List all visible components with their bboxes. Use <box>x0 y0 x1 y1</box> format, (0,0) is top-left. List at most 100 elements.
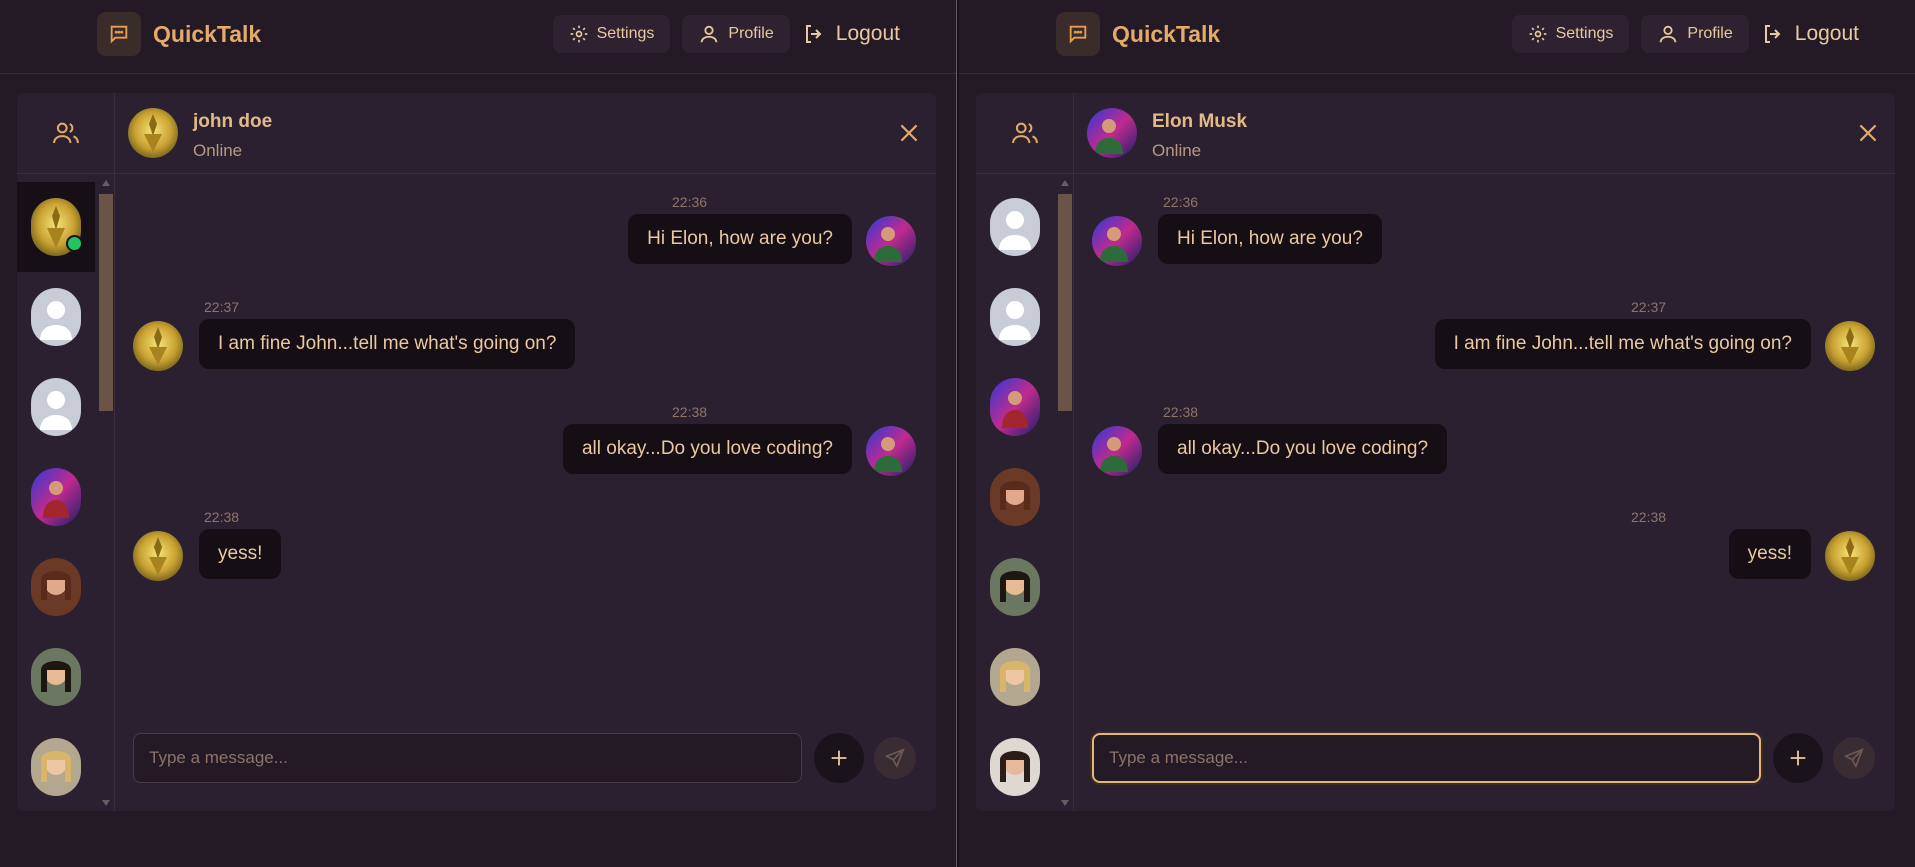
contact-item[interactable] <box>17 722 95 811</box>
avatar <box>133 531 183 581</box>
message-input[interactable] <box>1092 733 1761 783</box>
add-attachment-button[interactable] <box>1773 733 1823 783</box>
chat-bubble-icon <box>1056 12 1100 56</box>
profile-button[interactable]: Profile <box>682 15 790 53</box>
navbar: QuickTalk Settings Profile Logout <box>0 0 956 74</box>
contacts-header[interactable] <box>976 93 1074 174</box>
avatar <box>31 378 81 436</box>
avatar <box>866 216 916 266</box>
user-icon <box>1660 25 1677 43</box>
avatar <box>133 321 183 371</box>
scroll-thumb[interactable] <box>99 194 113 411</box>
scroll-down-arrow[interactable] <box>1061 800 1069 806</box>
avatar <box>31 738 81 796</box>
plus-icon <box>1790 750 1806 766</box>
message-time: 22:38 <box>1163 404 1199 420</box>
profile-label: Profile <box>728 25 774 42</box>
avatar <box>31 648 81 706</box>
contact-elon-musk[interactable] <box>17 452 95 542</box>
scroll-up-arrow[interactable] <box>102 180 110 186</box>
message-received: 22:38 yess! <box>115 509 936 589</box>
contact-item[interactable] <box>976 272 1054 362</box>
chat-partner-avatar <box>128 108 178 158</box>
contact-item[interactable] <box>976 452 1054 542</box>
user-icon <box>701 25 718 43</box>
settings-label: Settings <box>596 25 655 42</box>
contact-item[interactable] <box>976 542 1054 632</box>
send-button[interactable] <box>1833 737 1875 779</box>
profile-button[interactable]: Profile <box>1641 15 1749 53</box>
send-icon <box>1843 748 1864 769</box>
contact-item[interactable] <box>17 542 95 632</box>
message-bubble: all okay...Do you love coding? <box>1158 424 1448 474</box>
chat-partner-status: Online <box>1152 141 1202 160</box>
contacts-header[interactable] <box>17 93 115 174</box>
chat-partner-name: Elon Musk <box>1152 111 1248 132</box>
scrollbar[interactable] <box>97 178 114 808</box>
chat-container: john doe Online 22:36 Hi Elon, how are y… <box>17 93 936 811</box>
scroll-up-arrow[interactable] <box>1061 180 1069 186</box>
close-chat-button[interactable] <box>1855 120 1881 146</box>
logout-label: Logout <box>835 22 900 45</box>
chat-header: Elon Musk Online <box>1074 93 1895 174</box>
message-received: 22:37 I am fine John...tell me what's go… <box>115 299 936 379</box>
avatar <box>866 426 916 476</box>
message-time: 22:37 <box>204 299 240 315</box>
contact-item[interactable] <box>976 632 1054 722</box>
settings-button[interactable]: Settings <box>552 15 671 53</box>
avatar <box>990 288 1040 346</box>
contact-item[interactable] <box>17 632 95 722</box>
avatar <box>31 288 81 346</box>
message-list: 22:36 Hi Elon, how are you? 22:37 I am f… <box>115 175 936 715</box>
close-chat-button[interactable] <box>896 120 922 146</box>
add-attachment-button[interactable] <box>814 733 864 783</box>
message-received: 22:36 Hi Elon, how are you? <box>1074 194 1895 274</box>
contact-item[interactable] <box>17 272 95 362</box>
avatar <box>1825 531 1875 581</box>
contact-john-doe[interactable] <box>17 182 95 272</box>
send-button[interactable] <box>874 737 916 779</box>
contact-item[interactable] <box>976 182 1054 272</box>
logout-label: Logout <box>1794 22 1859 45</box>
chat-window-right: QuickTalk Settings Profile Logout Elon M… <box>959 0 1915 867</box>
message-bubble: Hi Elon, how are you? <box>1158 214 1382 264</box>
avatar <box>1092 426 1142 476</box>
brand[interactable]: QuickTalk <box>97 12 261 56</box>
logout-icon <box>1764 25 1781 43</box>
message-sent: 22:38 all okay...Do you love coding? <box>115 404 936 484</box>
message-bubble: all okay...Do you love coding? <box>562 424 852 474</box>
avatar <box>990 468 1040 526</box>
scrollbar[interactable] <box>1056 178 1073 808</box>
message-time: 22:37 <box>1631 299 1667 315</box>
users-icon <box>52 122 79 144</box>
scroll-thumb[interactable] <box>1058 194 1072 411</box>
plus-icon <box>831 750 847 766</box>
online-indicator <box>66 235 83 252</box>
message-sent: 22:38 yess! <box>1074 509 1895 589</box>
brand[interactable]: QuickTalk <box>1056 12 1220 56</box>
message-bubble: yess! <box>199 529 282 579</box>
logout-button[interactable]: Logout <box>1761 15 1859 53</box>
profile-label: Profile <box>1687 25 1733 42</box>
avatar <box>990 198 1040 256</box>
contact-elon-musk[interactable] <box>976 362 1054 452</box>
avatar <box>990 558 1040 616</box>
avatar <box>1825 321 1875 371</box>
settings-button[interactable]: Settings <box>1511 15 1630 53</box>
message-bubble: I am fine John...tell me what's going on… <box>1434 319 1811 369</box>
app-name: QuickTalk <box>1112 20 1221 47</box>
logout-icon <box>805 25 822 43</box>
contact-list <box>976 174 1074 811</box>
message-time: 22:38 <box>204 509 240 525</box>
message-input[interactable] <box>133 733 802 783</box>
contact-item[interactable] <box>976 722 1054 811</box>
avatar <box>1092 216 1142 266</box>
contact-item[interactable] <box>17 362 95 452</box>
send-icon <box>884 748 905 769</box>
message-bubble: I am fine John...tell me what's going on… <box>199 319 576 369</box>
gear-icon <box>570 25 587 43</box>
chat-partner-avatar <box>1087 108 1137 158</box>
message-time: 22:36 <box>672 194 708 210</box>
scroll-down-arrow[interactable] <box>102 800 110 806</box>
logout-button[interactable]: Logout <box>802 15 900 53</box>
